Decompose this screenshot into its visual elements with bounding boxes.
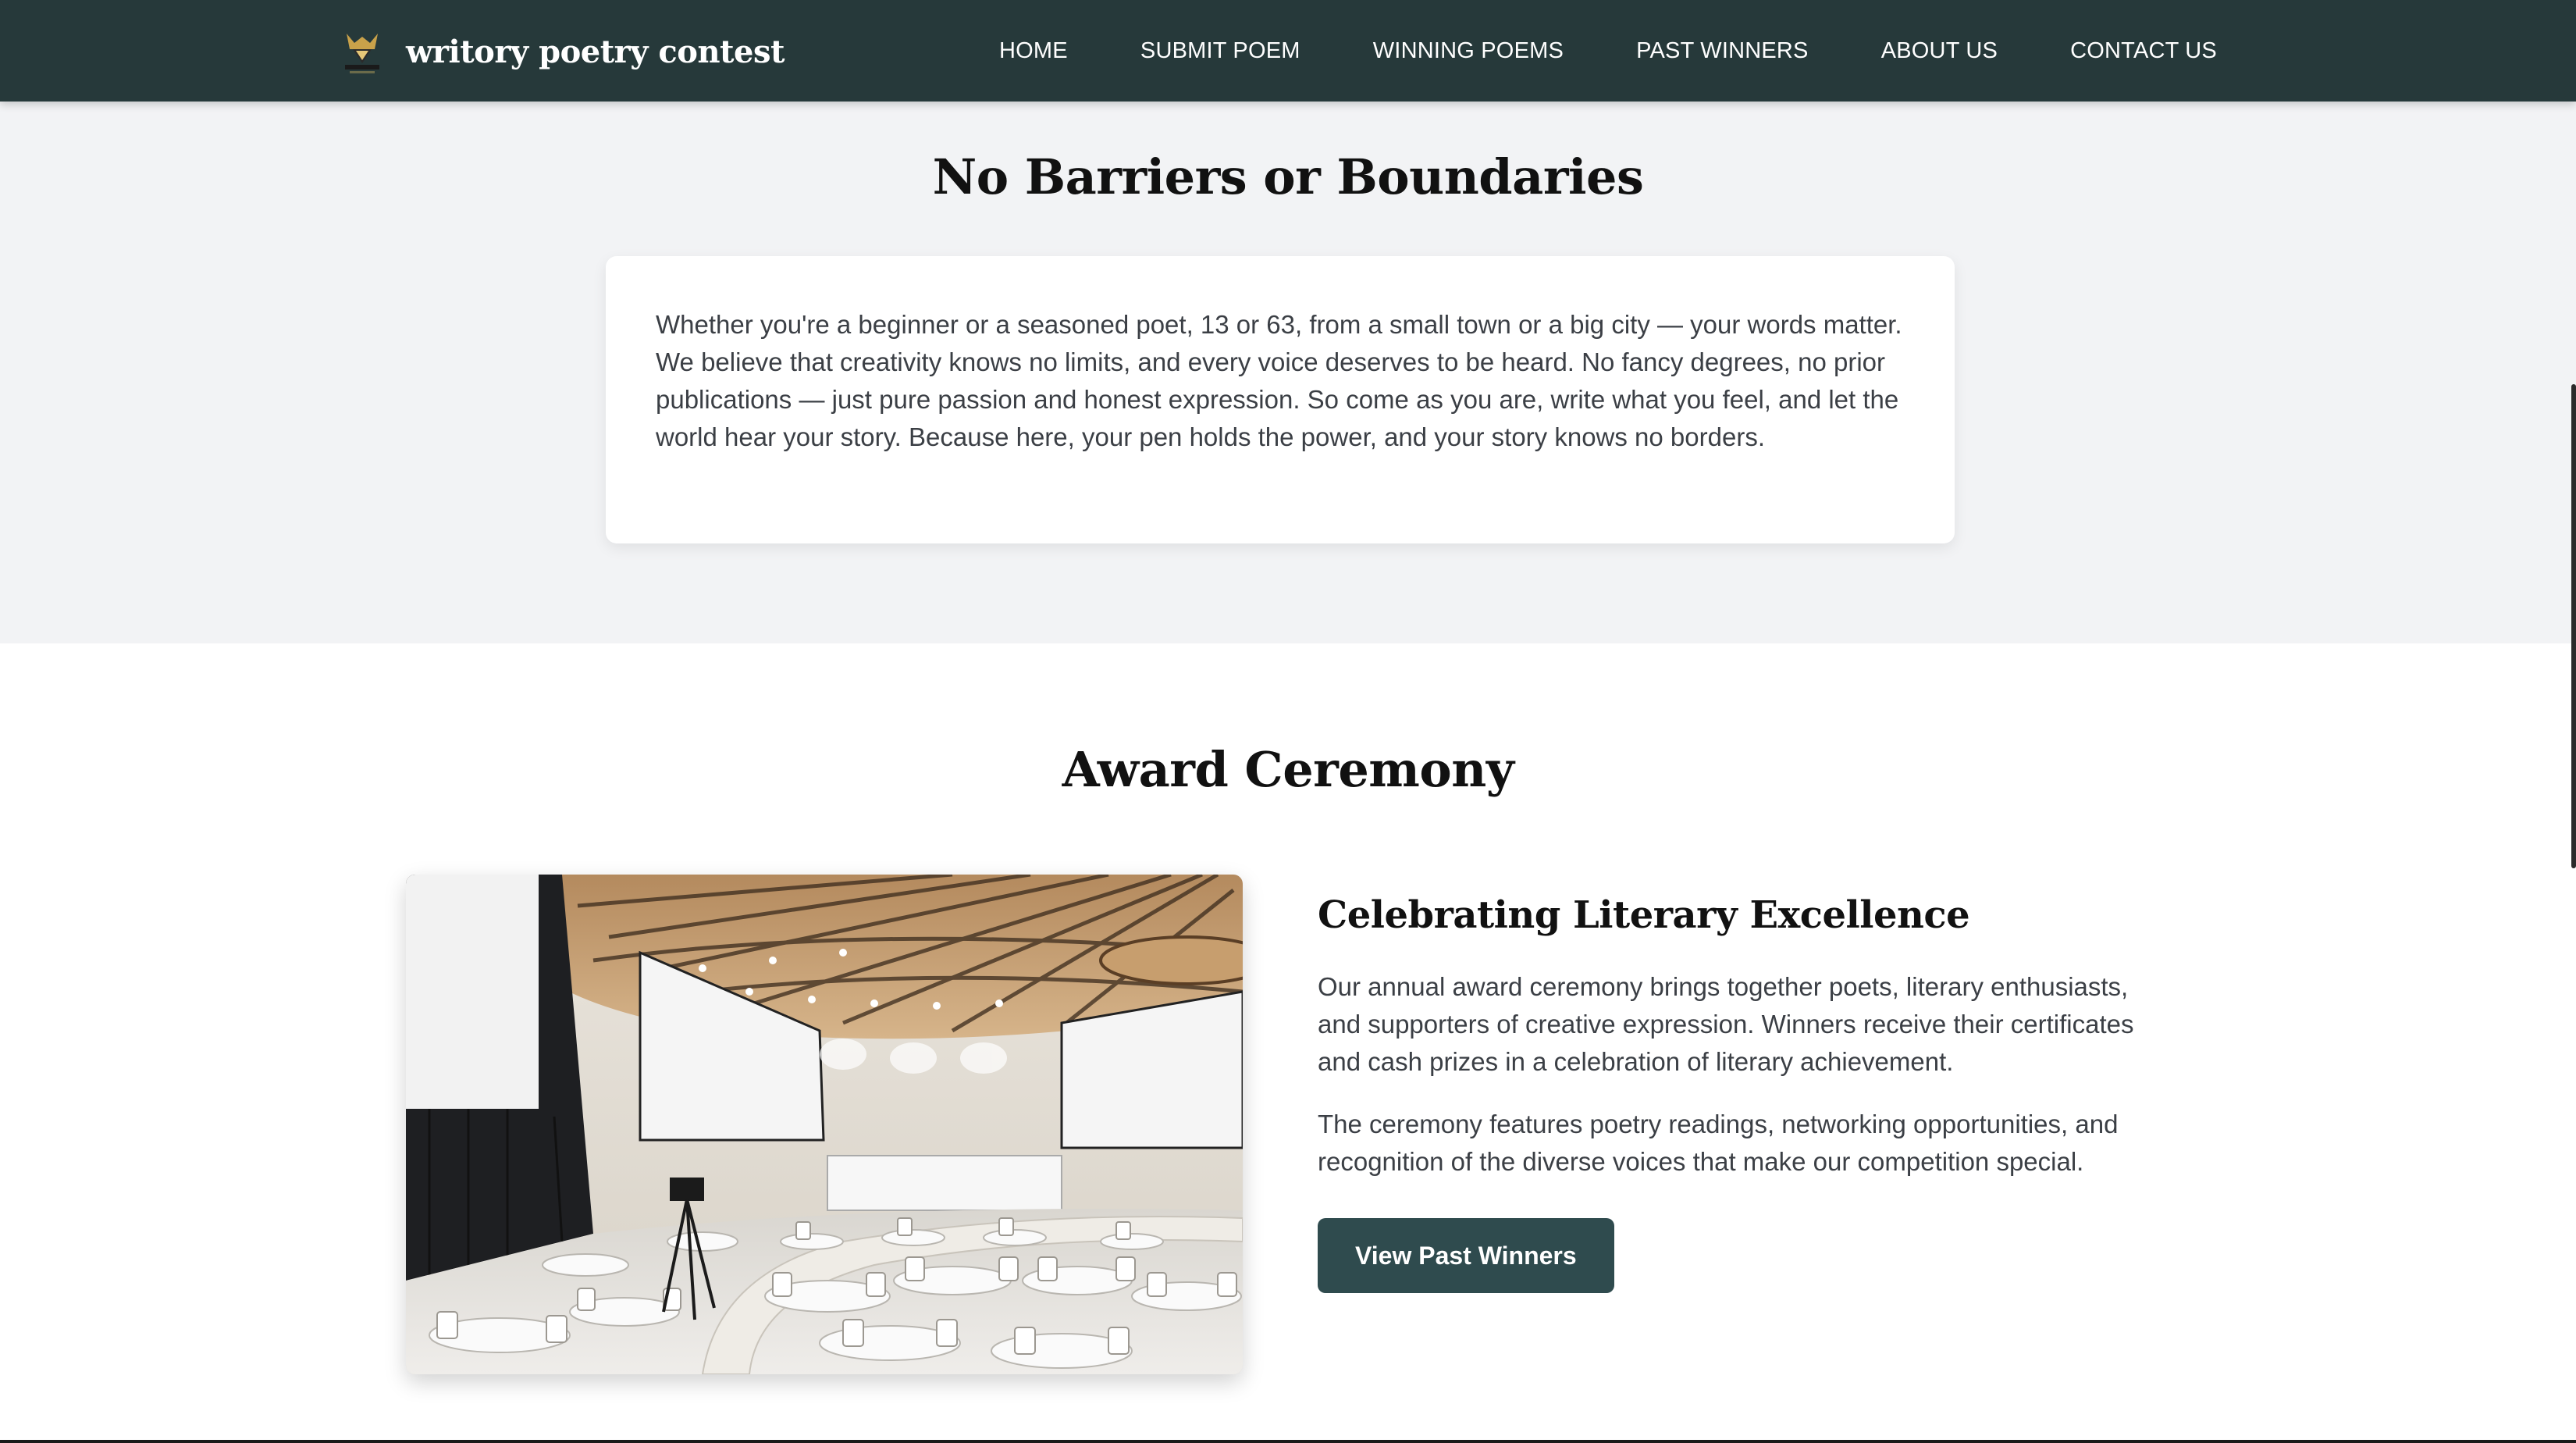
scrollbar-thumb[interactable] — [2571, 384, 2576, 868]
conference-hall-illustration — [406, 875, 1243, 1374]
ceremony-paragraph-1: Our annual award ceremony brings togethe… — [1318, 972, 2134, 1076]
writory-logo-icon — [336, 26, 389, 77]
ceremony-content: Celebrating Literary Excellence Our annu… — [1318, 893, 2176, 1293]
ceremony-subtitle: Celebrating Literary Excellence — [1318, 893, 1970, 937]
top-navbar: writory poetry contest HOME SUBMIT POEM … — [0, 0, 2576, 102]
brand-name: writory poetry contest — [406, 33, 785, 70]
nav-home[interactable]: HOME — [999, 38, 1068, 64]
ceremony-title: Award Ceremony — [1062, 741, 1514, 798]
nav-about-us[interactable]: ABOUT US — [1881, 38, 1998, 64]
barriers-card: Whether you're a beginner or a seasoned … — [606, 256, 1955, 543]
ceremony-section: Award Ceremony Celebrating Literary Exce… — [0, 643, 2576, 1443]
barriers-section: No Barriers or Boundaries Whether you're… — [0, 102, 2576, 643]
conference-hall-photo — [406, 875, 1243, 1374]
page-scrollbar[interactable] — [2571, 0, 2576, 1443]
nav-winning-poems[interactable]: WINNING POEMS — [1373, 38, 1564, 64]
bottom-divider — [0, 1440, 2576, 1443]
nav-past-winners[interactable]: PAST WINNERS — [1636, 38, 1808, 64]
barriers-title: No Barriers or Boundaries — [932, 148, 1644, 205]
view-past-winners-button[interactable]: View Past Winners — [1318, 1218, 1614, 1293]
nav-contact-us[interactable]: CONTACT US — [2070, 38, 2217, 64]
brand-link[interactable]: writory poetry contest — [336, 23, 785, 80]
main-nav: HOME SUBMIT POEM WINNING POEMS PAST WINN… — [999, 0, 2217, 102]
nav-submit-poem[interactable]: SUBMIT POEM — [1140, 38, 1300, 64]
barriers-body: Whether you're a beginner or a seasoned … — [656, 310, 1902, 451]
ceremony-paragraph-2: The ceremony features poetry readings, n… — [1318, 1110, 2119, 1176]
